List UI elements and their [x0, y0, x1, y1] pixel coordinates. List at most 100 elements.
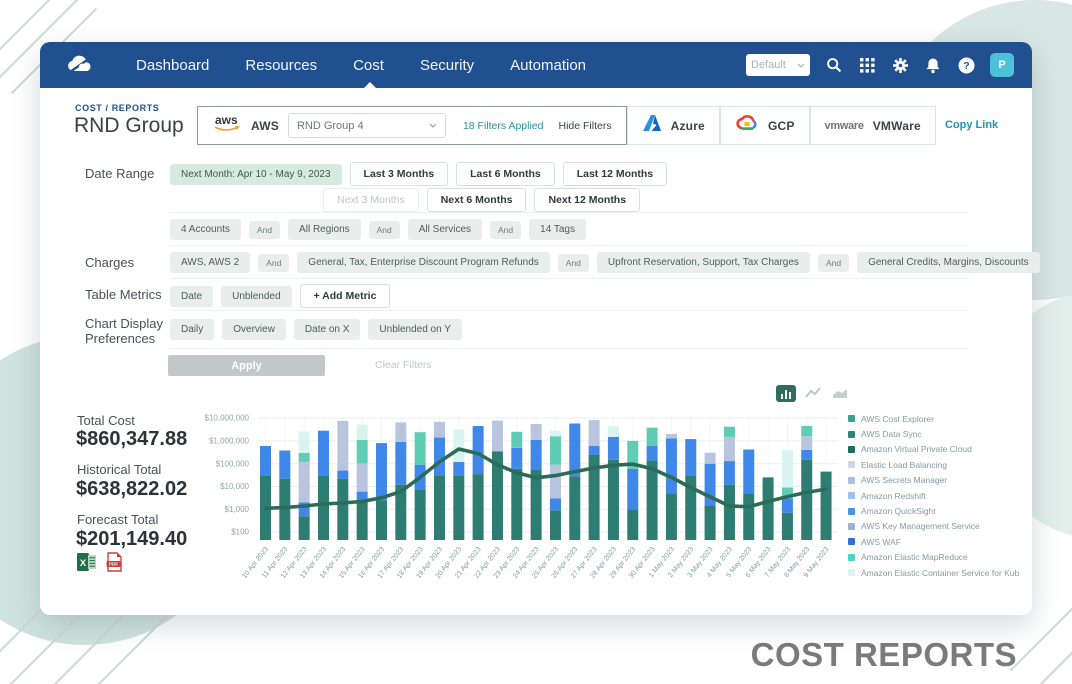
line-chart-button[interactable]	[803, 385, 823, 402]
legend-label: AWS WAF	[861, 537, 901, 547]
scope-filter-row: 4 AccountsAndAll RegionsAndAll ServicesA…	[170, 219, 586, 240]
range-button-next-3-months[interactable]: Next 3 Months	[323, 188, 419, 212]
selected-date-range-chip[interactable]: Next Month: Apr 10 - May 9, 2023	[170, 164, 342, 185]
filter-chip[interactable]: Upfront Reservation, Support, Tax Charge…	[597, 252, 810, 273]
nav-dashboard[interactable]: Dashboard	[136, 57, 209, 74]
forecast-total-value: $201,149.40	[76, 528, 187, 551]
legend-item[interactable]: Amazon Virtual Private Cloud	[848, 442, 1019, 457]
table-metrics-label: Table Metrics	[85, 287, 162, 302]
legend-item[interactable]: Elastic Load Balancing	[848, 457, 1019, 472]
chart-pref-chip[interactable]: Unblended on Y	[368, 319, 462, 340]
top-navbar: Dashboard Resources Cost Security Automation…	[40, 42, 1032, 88]
legend-label: AWS Secrets Manager	[861, 475, 947, 485]
bar-chart-button[interactable]	[776, 385, 796, 402]
nav-resources[interactable]: Resources	[245, 57, 317, 74]
legend-swatch	[848, 431, 855, 438]
legend-item[interactable]: Amazon QuickSight	[848, 503, 1019, 518]
and-operator-chip: And	[369, 221, 400, 239]
date-range-label: Date Range	[85, 166, 154, 181]
pdf-export-icon[interactable]: PDF	[106, 552, 123, 577]
notifications-bell-icon[interactable]	[924, 56, 942, 74]
nav-items: Dashboard Resources Cost Security Automation	[136, 57, 586, 74]
chart-pref-chip[interactable]: Date on X	[294, 319, 360, 340]
legend-item[interactable]: AWS Secrets Manager	[848, 473, 1019, 488]
filter-chip[interactable]: AWS, AWS 2	[170, 252, 250, 273]
settings-gear-icon[interactable]	[891, 56, 909, 74]
legend-swatch	[848, 523, 855, 530]
svg-text:$10,000: $10,000	[220, 482, 249, 491]
date-range-row2: Next 3 Months Next 6 Months Next 12 Months	[323, 188, 640, 212]
apps-grid-icon[interactable]	[858, 56, 876, 74]
filter-chip[interactable]: 4 Accounts	[170, 219, 241, 240]
filter-chip[interactable]: General Credits, Margins, Discounts	[857, 252, 1040, 273]
apply-button[interactable]: Apply	[168, 355, 325, 376]
report-group-value: RND Group 4	[297, 120, 364, 132]
provider-gcp[interactable]: GCP	[720, 106, 810, 145]
app-logo-icon[interactable]	[66, 53, 100, 77]
search-icon[interactable]	[825, 56, 843, 74]
svg-text:$10,000,000: $10,000,000	[205, 414, 250, 423]
chart-pref-chip[interactable]: Overview	[222, 319, 286, 340]
nav-cost[interactable]: Cost	[353, 57, 384, 74]
hide-filters-link[interactable]: Hide Filters	[558, 120, 611, 132]
profile-select-value: Default	[751, 59, 786, 71]
metric-chip[interactable]: Date	[170, 286, 213, 307]
provider-azure-label: Azure	[671, 119, 705, 133]
legend-item[interactable]: AWS Cost Explorer	[848, 411, 1019, 426]
copy-link-button[interactable]: Copy Link	[945, 119, 998, 131]
legend-item[interactable]: Amazon Elastic MapReduce	[848, 550, 1019, 565]
metric-chip[interactable]: Unblended	[221, 286, 291, 307]
profile-select[interactable]: Default	[746, 54, 810, 76]
charges-filter-row: AWS, AWS 2 And General, Tax, Enterprise Di…	[170, 252, 1040, 273]
excel-export-icon[interactable]: X	[77, 552, 97, 577]
range-button-last-3-months[interactable]: Last 3 Months	[350, 162, 449, 186]
range-button-last-6-months[interactable]: Last 6 Months	[456, 162, 555, 186]
svg-text:?: ?	[963, 60, 969, 72]
legend-item[interactable]: Amazon Redshift	[848, 488, 1019, 503]
legend-item[interactable]: Amazon Elastic Container Service for Kub	[848, 565, 1019, 580]
and-operator-chip: And	[249, 221, 280, 239]
legend-item[interactable]: AWS Key Management Service	[848, 519, 1019, 534]
provider-aws[interactable]: aws AWS RND Group 4 18 Filters Applied H…	[197, 106, 627, 145]
legend-swatch	[848, 569, 855, 576]
range-button-next-6-months[interactable]: Next 6 Months	[427, 188, 527, 212]
chevron-down-icon	[429, 123, 437, 128]
provider-azure[interactable]: Azure	[627, 106, 720, 145]
svg-text:X: X	[80, 558, 87, 569]
add-metric-button[interactable]: + Add Metric	[300, 284, 391, 308]
range-button-next-12-months[interactable]: Next 12 Months	[534, 188, 640, 212]
avatar[interactable]: P	[990, 53, 1014, 77]
help-icon[interactable]: ?	[957, 56, 975, 74]
total-cost-value: $860,347.88	[76, 428, 187, 451]
chevron-down-icon	[797, 63, 805, 68]
nav-security[interactable]: Security	[420, 57, 474, 74]
legend-swatch	[848, 461, 855, 468]
and-operator-chip: And	[558, 254, 589, 272]
report-group-select[interactable]: RND Group 4	[288, 113, 446, 138]
filter-chip[interactable]: All Services	[408, 219, 482, 240]
chart-pref-chip[interactable]: Daily	[170, 319, 214, 340]
clear-filters-link[interactable]: Clear Filters	[375, 359, 432, 371]
legend-label: Amazon Elastic MapReduce	[861, 552, 968, 562]
filters-applied-link[interactable]: 18 Filters Applied	[463, 120, 544, 132]
area-chart-button[interactable]	[830, 385, 850, 402]
legend-item[interactable]: AWS Data Sync	[848, 426, 1019, 441]
divider	[170, 278, 968, 279]
aws-logo-icon: aws	[212, 113, 242, 139]
legend-item[interactable]: AWS WAF	[848, 534, 1019, 549]
navbar-right: Default	[746, 53, 1032, 77]
legend-swatch	[848, 508, 855, 515]
filter-chip[interactable]: General, Tax, Enterprise Discount Progra…	[297, 252, 549, 273]
filter-chip[interactable]: 14 Tags	[529, 219, 586, 240]
filter-chip[interactable]: All Regions	[288, 219, 361, 240]
provider-vmware[interactable]: vmware VMWare	[810, 106, 936, 145]
legend-label: Amazon Redshift	[861, 491, 926, 501]
cost-reports-watermark: COST REPORTS	[751, 636, 1017, 674]
nav-automation[interactable]: Automation	[510, 57, 586, 74]
aws-logo-text: aws	[215, 113, 238, 127]
divider	[170, 310, 968, 311]
legend-label: AWS Cost Explorer	[861, 414, 934, 424]
legend-label: AWS Key Management Service	[861, 521, 980, 531]
svg-text:PDF: PDF	[109, 562, 118, 567]
range-button-last-12-months[interactable]: Last 12 Months	[563, 162, 667, 186]
